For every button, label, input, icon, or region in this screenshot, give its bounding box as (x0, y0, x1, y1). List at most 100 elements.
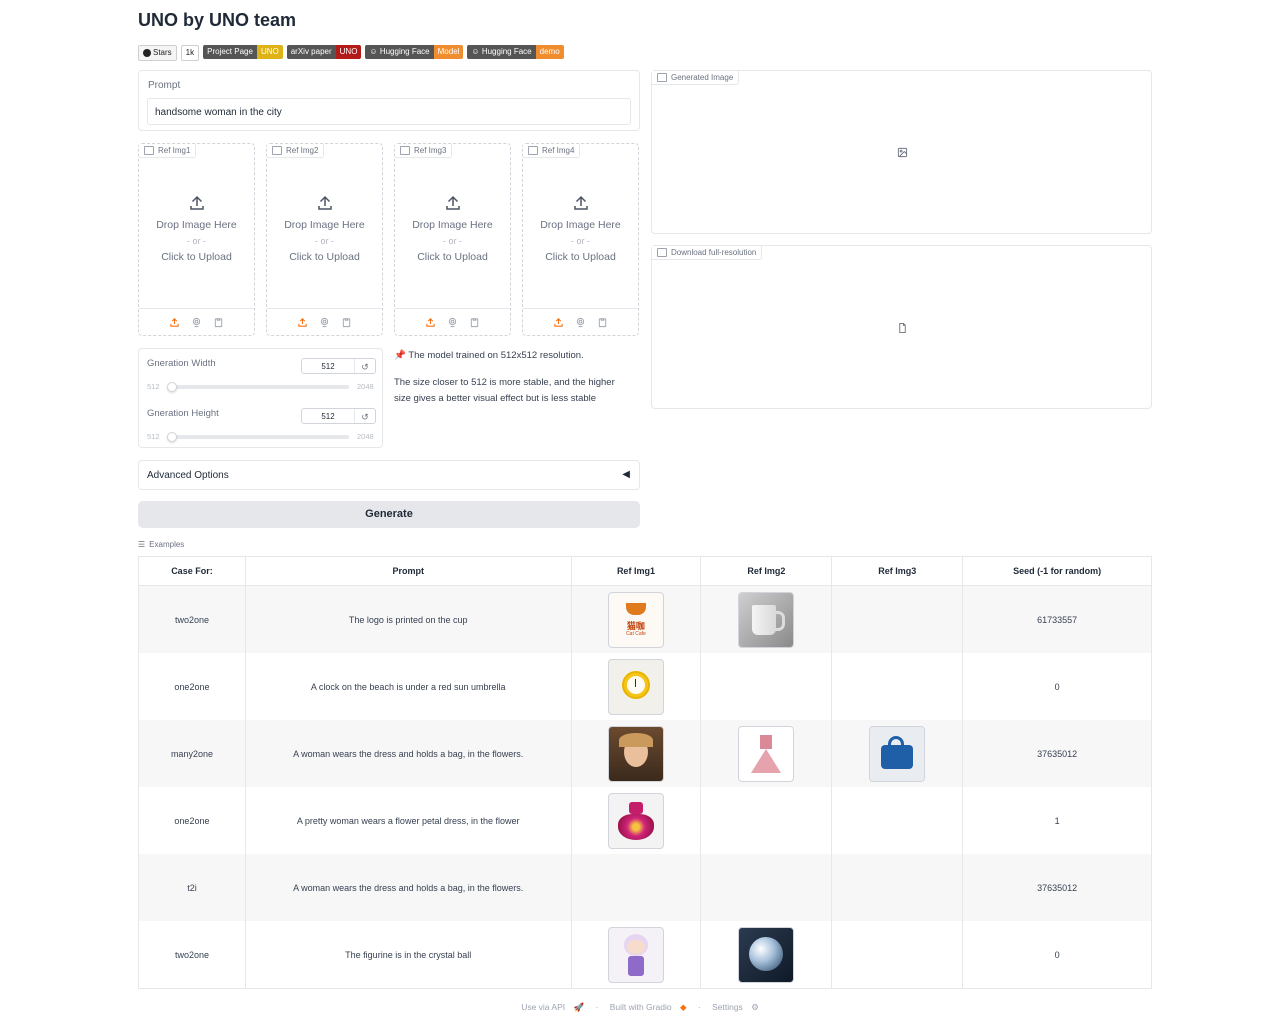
example-row[interactable]: one2one A clock on the beach is under a … (138, 653, 1152, 720)
app-title: UNO by UNO team (138, 10, 297, 30)
footer-separator: · (697, 1002, 701, 1012)
prompt-cell: The logo is printed on the cup (245, 585, 572, 653)
logo-cup-thumbnail[interactable]: 猫咖 Cat Cafe (607, 591, 664, 648)
example-row[interactable]: two2one The figurine is in the crystal b… (138, 921, 1152, 989)
clipboard-icon[interactable] (469, 316, 481, 328)
crystal-ball-thumbnail[interactable] (738, 926, 795, 983)
upload-source-icon[interactable] (425, 316, 437, 328)
list-icon: ☰ (138, 540, 146, 549)
upload-toolbar (523, 308, 638, 335)
collapse-arrow-icon[interactable]: ◀ (622, 469, 630, 480)
case-cell: many2one (138, 720, 246, 787)
clipboard-icon[interactable] (597, 316, 609, 328)
webcam-icon[interactable] (447, 316, 459, 328)
upload-toolbar (395, 308, 510, 335)
hf-demo-badge[interactable]: ☺ Hugging Face demo (467, 45, 564, 59)
bag-thumbnail[interactable] (869, 725, 926, 782)
upload-toolbar (267, 308, 382, 335)
column-header: Ref Img1 (571, 556, 702, 586)
case-cell: two2one (138, 921, 246, 989)
upload-toolbar (139, 308, 254, 335)
example-row[interactable]: t2i A woman wears the dress and holds a … (138, 854, 1152, 921)
generate-button[interactable]: Generate (138, 501, 640, 528)
seed-cell: 0 (962, 921, 1152, 989)
mug-thumbnail[interactable] (738, 591, 795, 648)
column-header: Seed (-1 for random) (962, 556, 1152, 586)
width-slider-track[interactable] (169, 385, 349, 389)
ref-img3-upload[interactable]: Ref Img3 Drop Image Here - or - Click to… (394, 143, 511, 336)
settings-link[interactable]: Settings ⚙ (709, 1002, 762, 1012)
logo-subtext: Cat Cafe (626, 630, 646, 637)
hf-model-badge[interactable]: ☺ Hugging Face Model (365, 45, 464, 59)
gear-icon: ⚙ (751, 1002, 759, 1012)
webcam-icon[interactable] (191, 316, 203, 328)
rocket-icon: 🚀 (573, 1002, 585, 1012)
arxiv-badge[interactable]: arXiv paper UNO (286, 45, 362, 59)
github-stars-badge[interactable]: Stars (138, 45, 177, 61)
ref-img2-upload[interactable]: Ref Img2 Drop Image Here - or - Click to… (266, 143, 383, 336)
width-max-label: 2048 (357, 382, 374, 391)
drop-text: Drop Image Here (412, 219, 493, 231)
clipboard-icon[interactable] (213, 316, 225, 328)
prompt-input[interactable]: handsome woman in the city (147, 98, 631, 125)
drop-text: Drop Image Here (540, 219, 621, 231)
file-placeholder-icon (899, 322, 906, 334)
example-row[interactable]: one2one A pretty woman wears a flower pe… (138, 787, 1152, 854)
height-slider-track[interactable] (169, 435, 349, 439)
prompt-label: Prompt (148, 80, 181, 91)
column-header: Ref Img3 (831, 556, 964, 586)
or-text: - or - (187, 236, 206, 246)
reset-icon[interactable]: ↺ (355, 409, 375, 423)
height-number-input[interactable]: 512 ↺ (301, 408, 376, 424)
case-cell: t2i (138, 854, 246, 921)
width-number-input[interactable]: 512 ↺ (301, 358, 376, 374)
column-header: Case For: (138, 556, 246, 586)
image-icon (400, 146, 410, 155)
advanced-options-accordion[interactable]: Advanced Options ◀ (138, 460, 640, 490)
built-with-gradio-link[interactable]: Built with Gradio ◆ (607, 1002, 690, 1012)
case-cell: one2one (138, 787, 246, 854)
width-slider-thumb[interactable] (167, 382, 177, 392)
height-max-label: 2048 (357, 432, 374, 441)
woman-portrait-thumbnail[interactable] (607, 725, 664, 782)
clock-thumbnail[interactable] (607, 658, 664, 715)
reset-icon[interactable]: ↺ (355, 359, 375, 373)
upload-source-icon[interactable] (297, 316, 309, 328)
example-row[interactable]: many2one A woman wears the dress and hol… (138, 720, 1152, 787)
image-icon (528, 146, 538, 155)
badge-row: Stars 1k Project Page UNO arXiv paper UNO … (138, 45, 564, 61)
dress-thumbnail[interactable] (738, 725, 795, 782)
file-icon (657, 248, 667, 257)
ref-img4-upload[interactable]: Ref Img4 Drop Image Here - or - Click to… (522, 143, 639, 336)
upload-source-icon[interactable] (553, 316, 565, 328)
image-placeholder-icon (897, 147, 908, 158)
upload-icon (317, 195, 332, 210)
image-icon (657, 73, 667, 82)
webcam-icon[interactable] (575, 316, 587, 328)
download-label: Download full-resolution (652, 246, 763, 260)
figurine-thumbnail[interactable] (607, 926, 664, 983)
use-via-api-link[interactable]: Use via API 🚀 (518, 1002, 587, 1012)
prompt-cell: A clock on the beach is under a red sun … (245, 653, 572, 720)
height-slider-thumb[interactable] (167, 432, 177, 442)
prompt-cell: A woman wears the dress and holds a bag,… (245, 720, 572, 787)
ref-img3-label: Ref Img3 (395, 144, 453, 158)
size-sliders-panel: Gneration Width 512 ↺ 512 2048 Gneration … (138, 348, 383, 448)
resolution-note: 📌 The model trained on 512x512 resolutio… (394, 348, 634, 407)
height-slider-label: Gneration Height (147, 408, 219, 419)
ref-img1-upload[interactable]: Ref Img1 Drop Image Here - or - Click to… (138, 143, 255, 336)
webcam-icon[interactable] (319, 316, 331, 328)
footer: Use via API 🚀 · Built with Gradio ◆ · Se… (0, 1002, 1280, 1013)
click-upload-text: Click to Upload (417, 251, 488, 263)
example-row[interactable]: two2one The logo is printed on the cup 猫… (138, 585, 1152, 653)
ref-img4-label: Ref Img4 (523, 144, 581, 158)
petal-dress-thumbnail[interactable] (607, 792, 664, 849)
stars-count-badge[interactable]: 1k (180, 45, 200, 61)
upload-source-icon[interactable] (169, 316, 181, 328)
project-page-badge[interactable]: Project Page UNO (203, 45, 283, 59)
ref-img2-label: Ref Img2 (267, 144, 325, 158)
prompt-cell: A pretty woman wears a flower petal dres… (245, 787, 572, 854)
clipboard-icon[interactable] (341, 316, 353, 328)
or-text: - or - (571, 236, 590, 246)
click-upload-text: Click to Upload (161, 251, 232, 263)
